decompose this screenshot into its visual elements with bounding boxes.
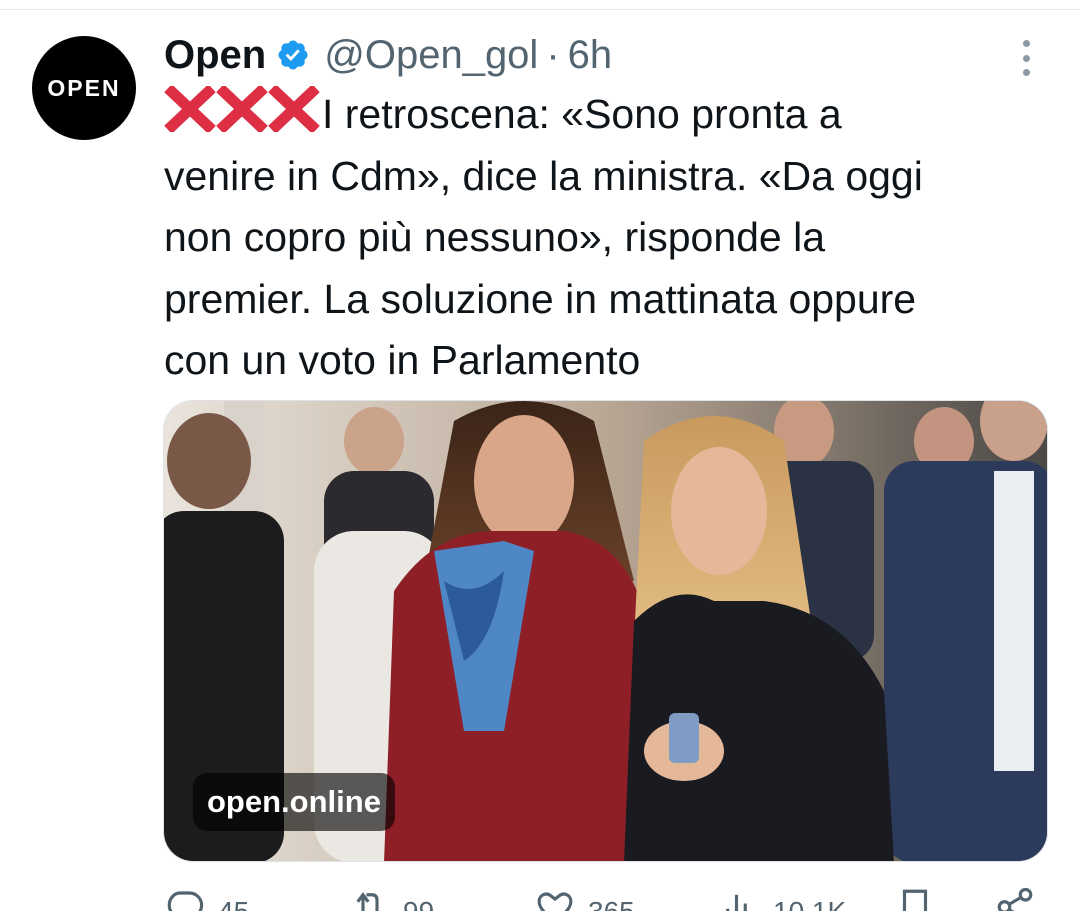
share-button[interactable] — [994, 886, 1036, 911]
reply-button[interactable]: 45 — [164, 886, 249, 911]
cross-mark-emojis — [164, 86, 320, 132]
tweet-actions: 45 99 365 10.1K — [164, 886, 1044, 911]
cross-mark-icon — [216, 86, 268, 132]
tweet-text-line-5: con un voto in Parlamento — [164, 337, 641, 383]
user-handle[interactable]: @Open_gol — [324, 33, 538, 78]
retweet-count: 99 — [403, 896, 434, 911]
reply-count: 45 — [218, 896, 249, 911]
tweet-text: I retroscena: «Sono pronta a venire in C… — [164, 84, 1044, 392]
like-icon — [537, 892, 573, 911]
cross-mark-icon — [268, 86, 320, 132]
link-source-label[interactable]: open.online — [193, 773, 395, 831]
cross-mark-icon — [164, 86, 216, 132]
tweet-text-line-3: non copro più nessuno», risponde la — [164, 214, 826, 260]
views-button[interactable]: 10.1K — [719, 886, 846, 911]
reply-icon — [167, 891, 204, 911]
tweet-text-line-2: venire in Cdm», dice la ministra. «Da og… — [164, 152, 923, 199]
like-button[interactable]: 365 — [534, 886, 635, 911]
retweet-icon — [356, 892, 379, 911]
verified-badge-icon[interactable] — [276, 38, 310, 72]
timestamp[interactable]: 6h — [568, 33, 613, 78]
share-icon — [997, 887, 1033, 911]
views-icon — [726, 894, 747, 911]
tweet-text-line-1: I retroscena: «Sono pronta a — [322, 91, 842, 137]
display-name[interactable]: Open — [164, 33, 266, 78]
tweet-header: Open @Open_gol · 6h — [164, 30, 612, 80]
like-count: 365 — [588, 896, 635, 911]
view-count: 10.1K — [773, 896, 846, 911]
bookmark-button[interactable] — [894, 886, 936, 911]
avatar[interactable]: OPEN — [32, 36, 136, 140]
bookmark-icon — [902, 889, 928, 911]
tweet-text-line-4: premier. La soluzione in mattinata oppur… — [164, 275, 917, 322]
avatar-logo-text: OPEN — [47, 74, 121, 101]
top-divider — [0, 9, 1080, 10]
more-options-icon[interactable] — [1014, 40, 1038, 76]
retweet-button[interactable]: 99 — [349, 886, 434, 911]
separator-dot: · — [546, 32, 560, 77]
